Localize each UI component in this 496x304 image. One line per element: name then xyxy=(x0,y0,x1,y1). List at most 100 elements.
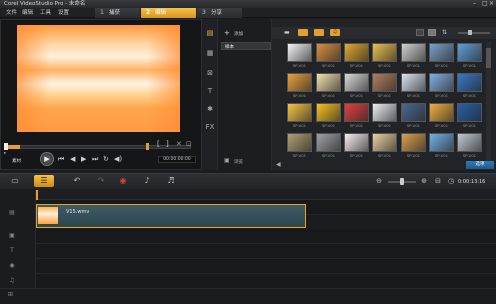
overlay-track[interactable] xyxy=(36,229,496,244)
show-photo-icon[interactable] xyxy=(314,29,324,36)
library-thumbnail[interactable] xyxy=(429,103,454,122)
browse-icon[interactable]: ▣ xyxy=(224,157,230,164)
folder-item-samples[interactable]: 样本 xyxy=(221,42,271,50)
end-icon[interactable]: ⏭ xyxy=(92,155,98,163)
browse-label[interactable]: 浏览 xyxy=(234,159,243,165)
options-button[interactable]: 选项 xyxy=(466,161,494,169)
menu-tools[interactable]: 工具 xyxy=(40,8,51,18)
library-thumbnail[interactable] xyxy=(287,103,312,122)
library-thumbnail[interactable] xyxy=(372,43,397,62)
library-thumbnail[interactable] xyxy=(372,103,397,122)
library-thumbnail[interactable] xyxy=(316,43,341,62)
music-track-icon[interactable]: ♫ xyxy=(7,276,17,286)
minimize-icon[interactable]: – xyxy=(473,1,479,7)
library-thumbnail[interactable] xyxy=(457,133,482,152)
mark-in-handle[interactable] xyxy=(4,143,8,150)
title-track[interactable] xyxy=(36,244,496,259)
clip-mode-label[interactable]: 素材 xyxy=(12,158,21,164)
thumbnail-size-handle[interactable] xyxy=(468,30,472,35)
zoom-slider-handle[interactable] xyxy=(400,178,404,185)
library-scroll-thumb[interactable] xyxy=(486,48,491,68)
storyboard-view-icon[interactable]: ▭ xyxy=(8,175,22,187)
playhead[interactable] xyxy=(36,190,38,200)
library-thumbnail[interactable] xyxy=(372,133,397,152)
library-thumbnail[interactable] xyxy=(429,73,454,92)
menu-edit[interactable]: 编辑 xyxy=(22,8,33,18)
tab-share[interactable]: 3 分享 xyxy=(197,8,242,18)
library-thumbnail[interactable] xyxy=(372,73,397,92)
tab-capture[interactable]: 1 捕获 xyxy=(95,8,140,18)
library-thumbnail[interactable] xyxy=(344,103,369,122)
library-thumbnail[interactable] xyxy=(344,43,369,62)
maximize-icon[interactable]: □ xyxy=(482,1,488,7)
library-thumbnail[interactable] xyxy=(287,133,312,152)
library-thumbnail[interactable] xyxy=(316,103,341,122)
sort-icon[interactable]: ⇅ xyxy=(442,29,450,36)
repeat-icon[interactable]: ↻ xyxy=(103,155,109,163)
video-track-icon[interactable]: ▤ xyxy=(7,208,17,218)
timeline-view-icon[interactable]: ☰ xyxy=(34,175,54,187)
library-thumbnail[interactable] xyxy=(316,133,341,152)
title-track-icon[interactable]: T xyxy=(7,246,17,256)
thumbnail-view-icon[interactable] xyxy=(428,29,436,36)
instant-project-icon[interactable]: ▦ xyxy=(204,48,216,58)
record-capture-icon[interactable]: ◉ xyxy=(116,175,130,187)
music-track[interactable] xyxy=(36,274,496,289)
library-thumbnail[interactable] xyxy=(344,133,369,152)
show-video-icon[interactable] xyxy=(298,29,308,36)
add-folder-label[interactable]: 添加 xyxy=(234,31,243,37)
library-thumbnail[interactable] xyxy=(401,73,426,92)
overlay-track-icon[interactable]: ▣ xyxy=(7,231,17,241)
mark-in-icon[interactable]: [ xyxy=(157,140,160,148)
library-thumbnail[interactable] xyxy=(344,73,369,92)
prev-frame-icon[interactable]: ◀ xyxy=(70,155,75,163)
library-thumbnail[interactable] xyxy=(287,73,312,92)
menu-file[interactable]: 文件 xyxy=(6,8,17,18)
mark-out-handle[interactable] xyxy=(146,143,149,150)
cut-icon[interactable]: ✕ xyxy=(176,140,182,148)
list-view-icon[interactable] xyxy=(416,29,424,36)
library-thumbnail[interactable] xyxy=(316,73,341,92)
media-icon[interactable]: ▤ xyxy=(204,28,216,38)
filter-icon[interactable]: FX xyxy=(204,122,216,132)
library-thumbnail[interactable] xyxy=(287,43,312,62)
graphic-icon[interactable]: ✱ xyxy=(204,104,216,114)
play-button[interactable]: ▶ xyxy=(40,152,54,166)
mark-out-icon[interactable]: ] xyxy=(166,140,169,148)
fit-project-icon[interactable]: ⊟ xyxy=(431,175,445,187)
timecode-display[interactable]: 00:00:00:00 xyxy=(158,156,196,163)
enlarge-icon[interactable]: ⊡ xyxy=(186,140,192,148)
folder-icon[interactable]: ▬ xyxy=(284,29,292,36)
library-thumbnail[interactable] xyxy=(429,133,454,152)
sound-mixer-icon[interactable]: ♪ xyxy=(140,175,154,187)
auto-music-icon[interactable]: ♬ xyxy=(164,175,178,187)
library-thumbnail[interactable] xyxy=(401,103,426,122)
library-thumbnail[interactable] xyxy=(429,43,454,62)
library-thumbnail[interactable] xyxy=(457,73,482,92)
timeline-ruler[interactable] xyxy=(36,190,496,200)
voice-track-icon[interactable]: ◉ xyxy=(7,261,17,271)
redo-icon[interactable]: ↷ xyxy=(94,175,108,187)
scroll-left-icon[interactable]: ◀ xyxy=(276,161,282,168)
tab-edit[interactable]: 2 编辑 xyxy=(141,8,196,18)
title-icon[interactable]: T xyxy=(204,86,216,96)
home-icon[interactable]: ⏮ xyxy=(58,155,64,163)
thumbnail-size-slider[interactable] xyxy=(458,32,490,34)
menu-settings[interactable]: 设置 xyxy=(58,8,69,18)
timeline-scrollbar[interactable] xyxy=(0,288,496,304)
video-clip[interactable] xyxy=(36,204,306,228)
add-icon[interactable]: + xyxy=(224,29,230,37)
scrub-bar[interactable] xyxy=(6,145,191,149)
volume-icon[interactable]: ◀) xyxy=(114,155,122,163)
undo-icon[interactable]: ↶ xyxy=(70,175,84,187)
next-frame-icon[interactable]: ▶ xyxy=(81,155,86,163)
transition-icon[interactable]: ⊠ xyxy=(204,68,216,78)
library-thumbnail[interactable] xyxy=(457,103,482,122)
zoom-out-icon[interactable]: ⊖ xyxy=(372,175,386,187)
track-manager-icon[interactable]: ⊞ xyxy=(8,291,16,299)
show-audio-icon[interactable]: ♫ xyxy=(330,29,340,36)
zoom-in-icon[interactable]: ⊕ xyxy=(417,175,431,187)
voice-track[interactable] xyxy=(36,259,496,274)
library-thumbnail[interactable] xyxy=(401,43,426,62)
close-icon[interactable]: × xyxy=(489,1,495,7)
